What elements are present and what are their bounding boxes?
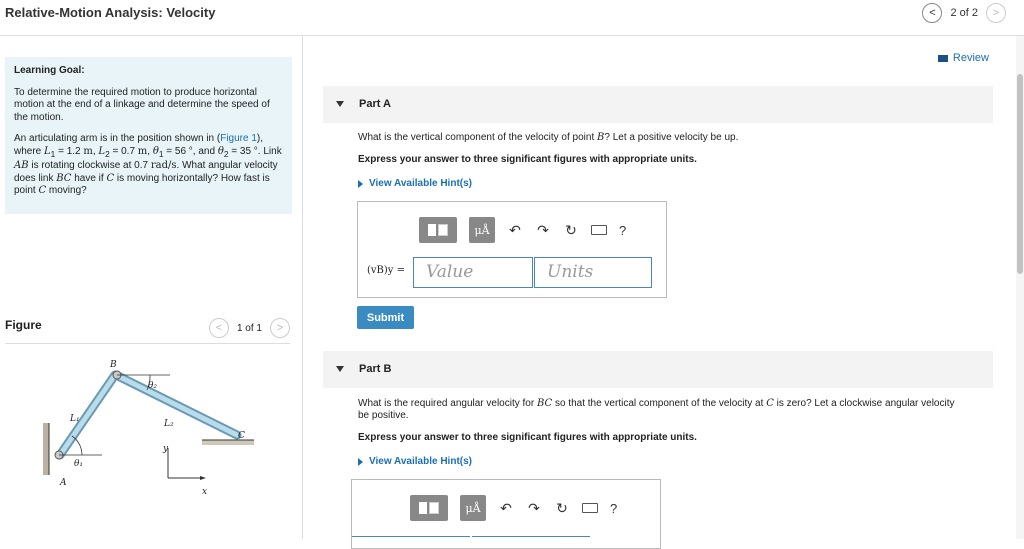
label-l2: L₂	[163, 419, 174, 429]
submit-button[interactable]: Submit	[357, 306, 414, 329]
scrollbar[interactable]	[1016, 36, 1024, 539]
label-b: B	[109, 360, 117, 370]
part-b-units-input[interactable]	[472, 536, 590, 548]
label-x: x	[202, 487, 207, 497]
learning-goal-box: Learning Goal: To determine the required…	[5, 57, 292, 214]
chevron-right-icon: >	[276, 322, 284, 334]
next-page-button[interactable]: >	[986, 3, 1006, 23]
template-button[interactable]	[419, 217, 457, 243]
undo-icon[interactable]: ↶	[507, 222, 523, 239]
top-bar: Relative-Motion Analysis: Velocity < 2 o…	[0, 0, 1024, 36]
units-button[interactable]: μÅ	[469, 217, 495, 243]
keyboard-icon[interactable]	[582, 503, 598, 513]
part-a-instruction: Express your answer to three significant…	[358, 154, 697, 165]
reset-icon[interactable]: ↻	[554, 500, 570, 517]
keyboard-icon[interactable]	[591, 225, 607, 235]
label-y: y	[162, 444, 169, 454]
part-b-hint-link[interactable]: View Available Hint(s)	[358, 456, 472, 467]
review-icon	[937, 54, 948, 62]
collapse-triangle-icon	[336, 366, 344, 372]
part-a-answer-box: μÅ ↶ ↷ ↻ ? (vB)y = Value Units	[357, 201, 667, 298]
link-bc-highlight	[115, 373, 240, 438]
redo-icon[interactable]: ↷	[526, 500, 542, 517]
part-b-question: What is the required angular velocity fo…	[358, 398, 955, 421]
value-input[interactable]: Value	[413, 257, 533, 288]
template-icon	[419, 502, 427, 514]
label-a: A	[59, 478, 67, 488]
part-a-toolbar: μÅ ↶ ↷ ↻ ?	[419, 217, 626, 243]
label-c: C	[238, 431, 245, 441]
part-a-question: What is the vertical component of the ve…	[358, 132, 739, 143]
units-button[interactable]: μÅ	[460, 495, 486, 521]
redo-icon[interactable]: ↷	[535, 222, 551, 239]
part-b-header[interactable]: Part B	[323, 351, 993, 388]
triangle-right-icon	[358, 179, 363, 188]
reset-icon[interactable]: ↻	[563, 222, 579, 239]
learning-goal-text: To determine the required motion to prod…	[14, 86, 270, 123]
template-icon	[428, 224, 436, 236]
prev-page-button[interactable]: <	[922, 3, 943, 23]
learning-goal-heading: Learning Goal:	[14, 65, 85, 76]
figure-link[interactable]: Figure 1	[220, 133, 257, 144]
top-pager: < 2 of 2 >	[922, 3, 1006, 23]
part-a-label: Part A	[359, 98, 391, 110]
part-b-value-input[interactable]	[352, 536, 470, 548]
help-icon[interactable]: ?	[619, 223, 626, 238]
part-b-toolbar: μÅ ↶ ↷ ↻ ?	[410, 495, 617, 521]
link-ab-highlight	[57, 372, 118, 458]
part-a-header[interactable]: Part A	[323, 86, 993, 123]
wall-support	[43, 423, 49, 475]
undo-icon[interactable]: ↶	[498, 500, 514, 517]
units-input[interactable]: Units	[534, 257, 652, 288]
label-l1: L₁	[69, 414, 80, 424]
scroll-thumb[interactable]	[1017, 74, 1023, 274]
part-b-label: Part B	[359, 363, 392, 375]
review-label: Review	[952, 52, 989, 64]
page-title: Relative-Motion Analysis: Velocity	[5, 5, 216, 20]
chevron-right-icon: >	[992, 7, 1000, 19]
part-a-variable-label: (vB)y =	[367, 265, 406, 276]
chevron-left-icon: <	[929, 7, 936, 19]
right-panel: Review Part A What is the vertical compo…	[304, 36, 1024, 549]
figure-next-button[interactable]: >	[270, 318, 290, 338]
review-link[interactable]: Review	[937, 52, 989, 64]
help-icon[interactable]: ?	[610, 501, 617, 516]
part-a-hint-link[interactable]: View Available Hint(s)	[358, 178, 472, 189]
page-indicator: 2 of 2	[950, 7, 978, 19]
triangle-right-icon	[358, 457, 363, 466]
template-button[interactable]	[410, 495, 448, 521]
part-b-instruction: Express your answer to three significant…	[358, 432, 697, 443]
label-theta1: θ₁	[74, 459, 83, 469]
x-arrow-head	[200, 476, 206, 480]
ground-surface	[202, 440, 254, 445]
linkage-figure[interactable]: B θ₂ L₁ L₂ C y θ₁ A x	[30, 318, 270, 503]
collapse-triangle-icon	[336, 101, 344, 107]
label-theta2: θ₂	[148, 381, 157, 391]
problem-statement: An articulating arm is in the position s…	[14, 133, 282, 196]
